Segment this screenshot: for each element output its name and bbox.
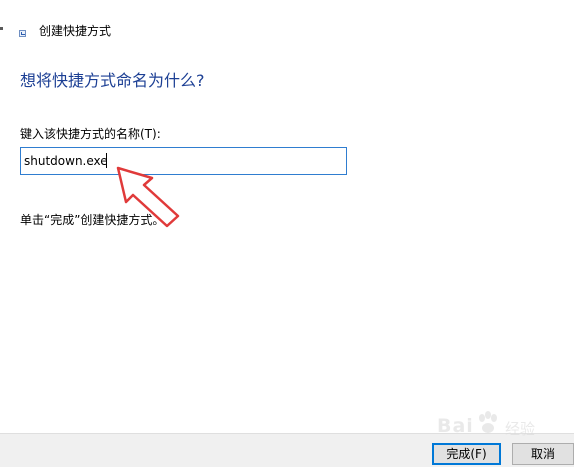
page-heading: 想将快捷方式命名为什么?	[20, 71, 205, 90]
instruction-text: 单击“完成”创建快捷方式。	[20, 213, 165, 227]
finish-button[interactable]: 完成(F)	[432, 443, 501, 465]
watermark-suffix: 经验	[505, 420, 536, 438]
back-button-fragment[interactable]	[0, 27, 3, 30]
paw-icon	[479, 411, 497, 433]
text-cursor	[106, 153, 107, 168]
window-title: 创建快捷方式	[39, 24, 112, 38]
baidu-watermark: Bai 经验	[437, 411, 562, 441]
shortcut-wizard-icon	[19, 30, 26, 37]
cancel-button[interactable]: 取消	[512, 443, 574, 465]
shortcut-name-input[interactable]	[20, 147, 347, 175]
watermark-brand: Bai	[437, 415, 474, 437]
shortcut-name-label: 键入该快捷方式的名称(T):	[20, 127, 161, 141]
